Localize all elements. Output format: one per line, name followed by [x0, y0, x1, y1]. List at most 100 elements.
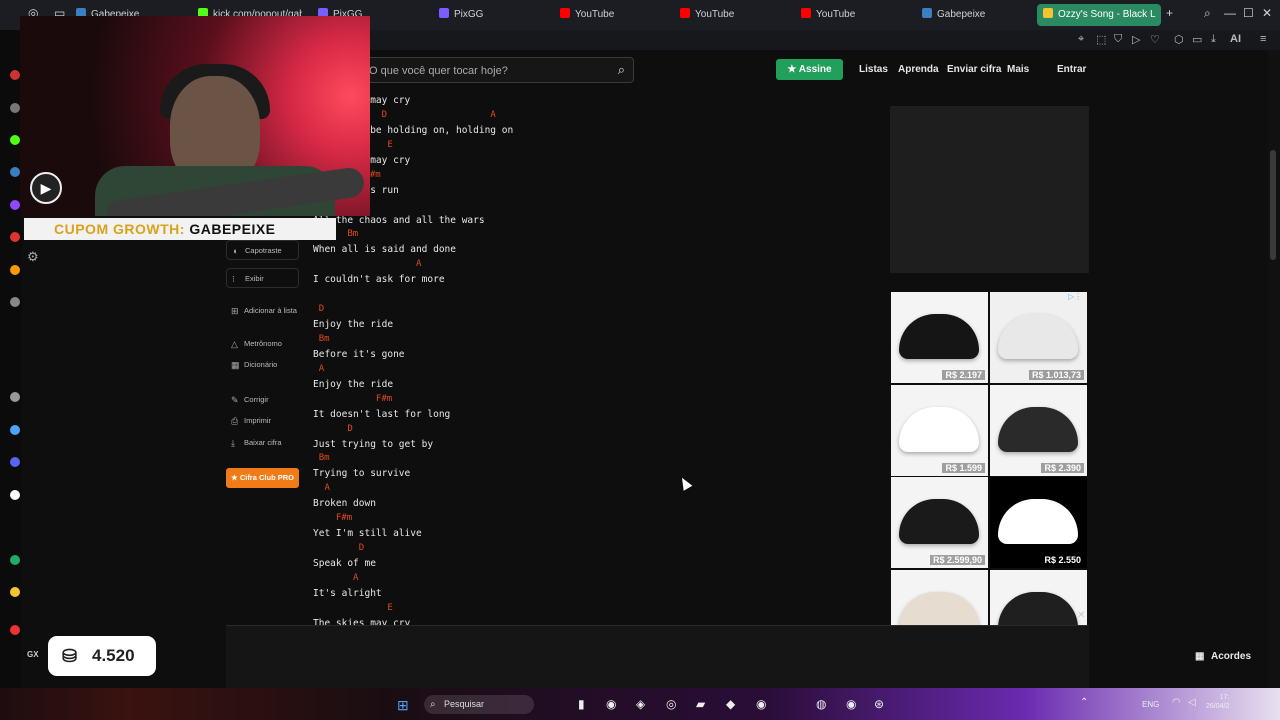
- chord-label[interactable]: D: [347, 424, 352, 434]
- download-icon[interactable]: ⤓: [1211, 33, 1216, 46]
- taskbar-app-icon[interactable]: ◉: [606, 697, 616, 711]
- chord-label[interactable]: Bm: [319, 334, 330, 344]
- ad-info-icon[interactable]: ▷⋮: [1068, 292, 1082, 301]
- chord-label[interactable]: D: [319, 304, 324, 314]
- taskbar-app-icon[interactable]: ◉: [756, 697, 766, 711]
- menu-icon[interactable]: ≡: [1260, 33, 1266, 45]
- sidebar-app-icon[interactable]: [10, 587, 20, 597]
- wallet-icon[interactable]: ▭: [1192, 33, 1202, 46]
- chord-label[interactable]: A: [324, 483, 329, 493]
- heart-icon[interactable]: ♡: [1150, 33, 1160, 46]
- tray-chevron-icon[interactable]: ⌃: [1080, 697, 1088, 708]
- wifi-icon[interactable]: ◠: [1172, 697, 1181, 708]
- windows-start-icon[interactable]: ⊞: [397, 697, 409, 714]
- sidebar-app-icon[interactable]: [10, 297, 20, 307]
- taskbar-clock[interactable]: 17: 26/04/2: [1206, 693, 1229, 711]
- volume-icon[interactable]: ◁: [1188, 697, 1196, 708]
- tab-9-active[interactable]: Ozzy's Song - Black L: [1037, 4, 1161, 26]
- tab-4[interactable]: PixGG: [439, 4, 539, 26]
- exibir-button[interactable]: ⁝ Exibir: [226, 268, 299, 288]
- capotraste-button[interactable]: ◖ Capotraste: [226, 240, 299, 260]
- taskbar-app-icon[interactable]: ◎: [666, 697, 676, 711]
- pin-icon[interactable]: ⌖: [1078, 33, 1084, 46]
- taskbar-app-icon[interactable]: ▮: [578, 697, 585, 711]
- chord-label[interactable]: F#m: [336, 513, 352, 523]
- new-tab-button[interactable]: +: [1166, 6, 1173, 20]
- product-ad[interactable]: R$ 2.550: [990, 477, 1087, 568]
- tab-8[interactable]: Gabepeixe: [922, 4, 1022, 26]
- close-window-icon[interactable]: ✕: [1262, 6, 1272, 20]
- chord-label[interactable]: A: [319, 364, 324, 374]
- tab-5[interactable]: YouTube: [560, 4, 660, 26]
- chord-label[interactable]: A: [353, 573, 358, 583]
- sidebar-app-icon[interactable]: [10, 103, 20, 113]
- ad-close-icon[interactable]: ✕: [1077, 610, 1085, 621]
- sidebar-app-icon[interactable]: [10, 625, 20, 635]
- corrigir-button[interactable]: ✎ Corrigir: [226, 390, 299, 410]
- adblock-icon[interactable]: ⛉: [1114, 33, 1122, 46]
- sidebar-app-icon[interactable]: [10, 70, 20, 80]
- sidebar-app-icon[interactable]: [10, 200, 20, 210]
- nav-entrar[interactable]: Entrar: [1057, 64, 1086, 75]
- taskbar-app-icon[interactable]: ◈: [636, 697, 645, 711]
- nav-aprenda[interactable]: Aprenda: [898, 64, 939, 75]
- sidebar-app-icon[interactable]: [10, 392, 20, 402]
- spotify-icon[interactable]: ◉: [846, 697, 856, 711]
- search-input[interactable]: [369, 62, 599, 80]
- extensions-icon[interactable]: ⬡: [1174, 33, 1184, 46]
- product-ad[interactable]: R$ 2.390: [990, 385, 1087, 476]
- sidebar-app-icon[interactable]: [10, 232, 20, 242]
- scrollbar-thumb[interactable]: [1270, 150, 1276, 260]
- taskbar-app-icon[interactable]: ◍: [816, 697, 826, 711]
- play-icon[interactable]: ▷: [1132, 33, 1140, 46]
- maximize-icon[interactable]: ☐: [1243, 6, 1254, 20]
- product-ad[interactable]: R$ 1.013,73: [990, 292, 1087, 383]
- nav-enviar-cifra[interactable]: Enviar cifra: [947, 64, 1001, 75]
- settings-icon[interactable]: ⚙: [27, 249, 39, 265]
- chord-label[interactable]: A: [490, 110, 495, 120]
- product-ad[interactable]: [891, 570, 988, 625]
- product-ad[interactable]: R$ 2.599,90: [891, 477, 988, 568]
- sidebar-app-icon[interactable]: [10, 490, 20, 500]
- taskbar-app-icon[interactable]: ⊛: [874, 697, 884, 711]
- dicionario-button[interactable]: ▦ Dicionário: [226, 355, 299, 375]
- chord-label[interactable]: E: [387, 603, 392, 613]
- chord-label[interactable]: Bm: [347, 229, 358, 239]
- ai-button[interactable]: AI: [1230, 33, 1241, 45]
- sidebar-app-icon[interactable]: [10, 167, 20, 177]
- adicionar-lista-button[interactable]: ⊞ Adicionar à lista: [226, 301, 299, 321]
- nav-listas[interactable]: Listas: [859, 64, 888, 75]
- assine-button[interactable]: ★ Assine: [776, 59, 843, 80]
- chord-label[interactable]: A: [416, 259, 421, 269]
- cifra-club-pro-button[interactable]: ★ Cifra Club PRO: [226, 468, 299, 488]
- nav-mais[interactable]: Mais: [1007, 64, 1029, 75]
- product-ad[interactable]: R$ 2.197: [891, 292, 988, 383]
- sidebar-app-icon[interactable]: [10, 457, 20, 467]
- sidebar-app-icon[interactable]: [10, 265, 20, 275]
- page-scrollbar[interactable]: [1268, 50, 1280, 690]
- chord-label[interactable]: D: [359, 543, 364, 553]
- imprimir-button[interactable]: ⎙ Imprimir: [226, 411, 299, 431]
- search-icon[interactable]: ⌕: [618, 62, 625, 78]
- taskbar-app-icon[interactable]: ◆: [726, 697, 735, 711]
- minimize-icon[interactable]: —: [1224, 6, 1236, 20]
- metronomo-button[interactable]: △ Metrônomo: [226, 334, 299, 354]
- chord-label[interactable]: F#m: [376, 394, 392, 404]
- product-ad[interactable]: [990, 570, 1087, 625]
- snapshot-icon[interactable]: ⬚: [1096, 33, 1106, 46]
- sidebar-app-icon[interactable]: [10, 425, 20, 435]
- taskbar-app-icon[interactable]: ▰: [696, 697, 705, 711]
- language-indicator[interactable]: ENG: [1142, 700, 1159, 709]
- product-ad[interactable]: R$ 1.599: [891, 385, 988, 476]
- sidebar-app-icon[interactable]: [10, 555, 20, 565]
- sidebar-app-icon[interactable]: [10, 135, 20, 145]
- chord-label[interactable]: D: [382, 110, 387, 120]
- tab-6[interactable]: YouTube: [680, 4, 780, 26]
- tab-7[interactable]: YouTube: [801, 4, 901, 26]
- taskbar-search[interactable]: ⌕ Pesquisar: [424, 695, 534, 714]
- baixar-cifra-button[interactable]: ⤓ Baixar cifra: [226, 433, 299, 453]
- acordes-button[interactable]: ▦ Acordes: [1186, 646, 1260, 668]
- chord-label[interactable]: E: [387, 140, 392, 150]
- search-tabs-icon[interactable]: ⌕: [1204, 6, 1211, 21]
- chord-label[interactable]: Bm: [319, 453, 330, 463]
